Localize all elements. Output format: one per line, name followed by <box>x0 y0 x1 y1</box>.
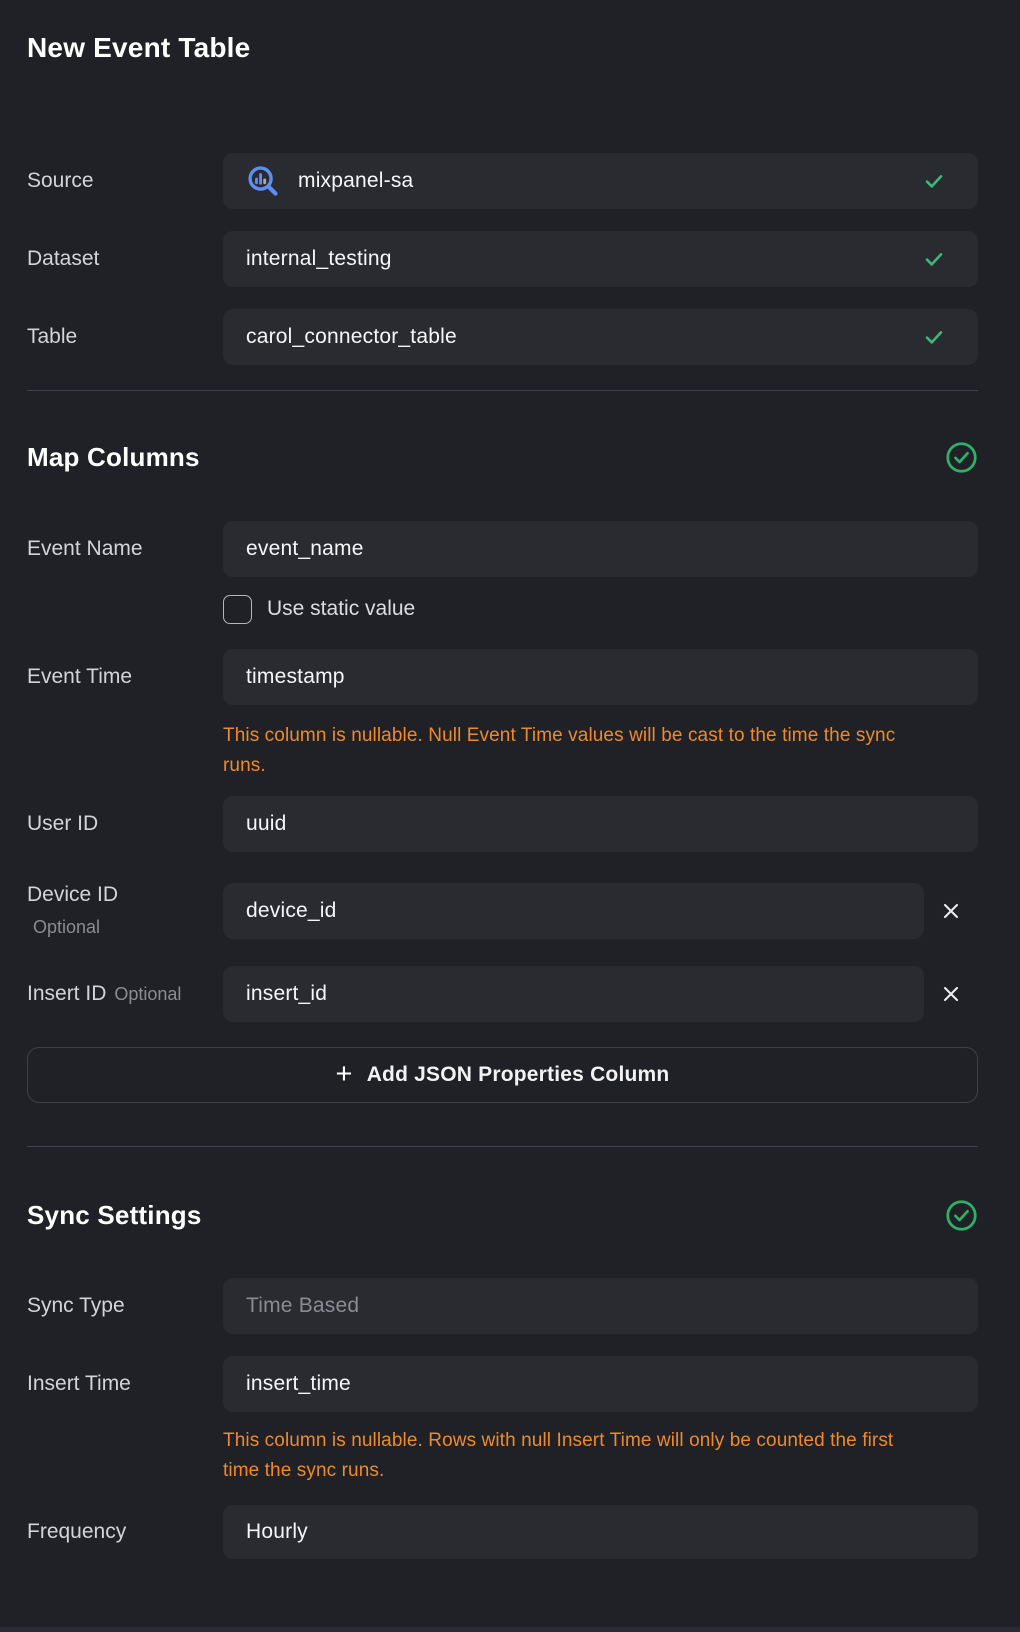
source-value: mixpanel-sa <box>298 169 413 193</box>
add-json-properties-button[interactable]: + Add JSON Properties Column <box>27 1047 978 1103</box>
user-id-row: User ID uuid <box>27 796 978 852</box>
insert-id-label-text: Insert ID <box>27 982 106 1005</box>
device-id-label: Device ID Optional <box>27 882 223 940</box>
device-id-optional-text: Optional <box>33 914 223 940</box>
event-time-label: Event Time <box>27 664 223 690</box>
device-id-remove-button[interactable] <box>924 883 978 939</box>
static-value-label: Use static value <box>267 597 415 621</box>
map-columns-header: Map Columns <box>27 441 978 474</box>
source-row: Source mixpanel-sa <box>27 153 978 209</box>
bigquery-icon <box>246 164 280 198</box>
section-divider <box>27 390 978 391</box>
insert-id-optional-text: Optional <box>114 984 181 1004</box>
insert-id-input[interactable]: insert_id <box>223 966 924 1022</box>
insert-time-value: insert_time <box>246 1372 351 1396</box>
table-input[interactable]: carol_connector_table <box>223 309 978 365</box>
static-value-checkbox[interactable] <box>223 595 252 624</box>
plus-icon: + <box>336 1060 353 1089</box>
map-columns-complete-icon <box>945 441 978 474</box>
insert-id-remove-button[interactable] <box>924 966 978 1022</box>
device-id-input[interactable]: device_id <box>223 883 924 939</box>
event-name-label: Event Name <box>27 536 223 562</box>
static-value-row: Use static value <box>223 593 978 625</box>
sync-settings-complete-icon <box>945 1199 978 1232</box>
event-time-warning-line: This column is nullable. Null Event Time… <box>223 721 978 751</box>
event-time-warning: This column is nullable. Null Event Time… <box>223 721 978 781</box>
frequency-value: Hourly <box>246 1520 308 1544</box>
bottom-edge <box>0 1627 1020 1632</box>
section-divider <box>27 1146 978 1147</box>
dataset-value: internal_testing <box>246 247 392 271</box>
table-label: Table <box>27 324 223 350</box>
event-time-value: timestamp <box>246 665 345 689</box>
map-columns-heading: Map Columns <box>27 441 200 474</box>
device-id-row: Device ID Optional device_id <box>27 882 978 940</box>
event-time-row: Event Time timestamp <box>27 649 978 705</box>
device-id-label-text: Device ID <box>27 883 118 906</box>
user-id-label: User ID <box>27 811 223 837</box>
device-id-value: device_id <box>246 899 337 923</box>
sync-type-row: Sync Type Time Based <box>27 1278 978 1334</box>
insert-time-row: Insert Time insert_time <box>27 1356 978 1412</box>
sync-settings-heading: Sync Settings <box>27 1199 202 1232</box>
event-name-input[interactable]: event_name <box>223 521 978 577</box>
source-input[interactable]: mixpanel-sa <box>223 153 978 209</box>
frequency-input[interactable]: Hourly <box>223 1505 978 1559</box>
insert-time-input[interactable]: insert_time <box>223 1356 978 1412</box>
table-row: Table carol_connector_table <box>27 309 978 365</box>
user-id-value: uuid <box>246 812 287 836</box>
event-name-value: event_name <box>246 537 364 561</box>
insert-id-label: Insert ID Optional <box>27 981 223 1007</box>
user-id-input[interactable]: uuid <box>223 796 978 852</box>
dataset-valid-check-icon <box>922 247 958 271</box>
dataset-input[interactable]: internal_testing <box>223 231 978 287</box>
insert-id-row: Insert ID Optional insert_id <box>27 966 978 1022</box>
source-valid-check-icon <box>922 169 958 193</box>
insert-id-value: insert_id <box>246 982 327 1006</box>
insert-time-label: Insert Time <box>27 1371 223 1397</box>
frequency-row: Frequency Hourly <box>27 1505 978 1559</box>
close-icon <box>941 984 961 1004</box>
insert-time-warning: This column is nullable. Rows with null … <box>223 1426 978 1486</box>
insert-time-warning-line: time the sync runs. <box>223 1456 978 1486</box>
event-time-warning-line: runs. <box>223 751 978 781</box>
sync-settings-header: Sync Settings <box>27 1199 978 1232</box>
source-label: Source <box>27 168 223 194</box>
frequency-label: Frequency <box>27 1519 223 1545</box>
table-value: carol_connector_table <box>246 325 457 349</box>
dataset-label: Dataset <box>27 246 223 272</box>
dataset-row: Dataset internal_testing <box>27 231 978 287</box>
sync-type-label: Sync Type <box>27 1293 223 1319</box>
insert-time-warning-line: This column is nullable. Rows with null … <box>223 1426 978 1456</box>
page-title: New Event Table <box>27 33 978 63</box>
sync-type-input: Time Based <box>223 1278 978 1334</box>
sync-type-value: Time Based <box>246 1294 359 1318</box>
table-valid-check-icon <box>922 325 958 349</box>
add-json-properties-label: Add JSON Properties Column <box>367 1063 670 1087</box>
close-icon <box>941 901 961 921</box>
event-time-input[interactable]: timestamp <box>223 649 978 705</box>
event-name-row: Event Name event_name <box>27 521 978 577</box>
